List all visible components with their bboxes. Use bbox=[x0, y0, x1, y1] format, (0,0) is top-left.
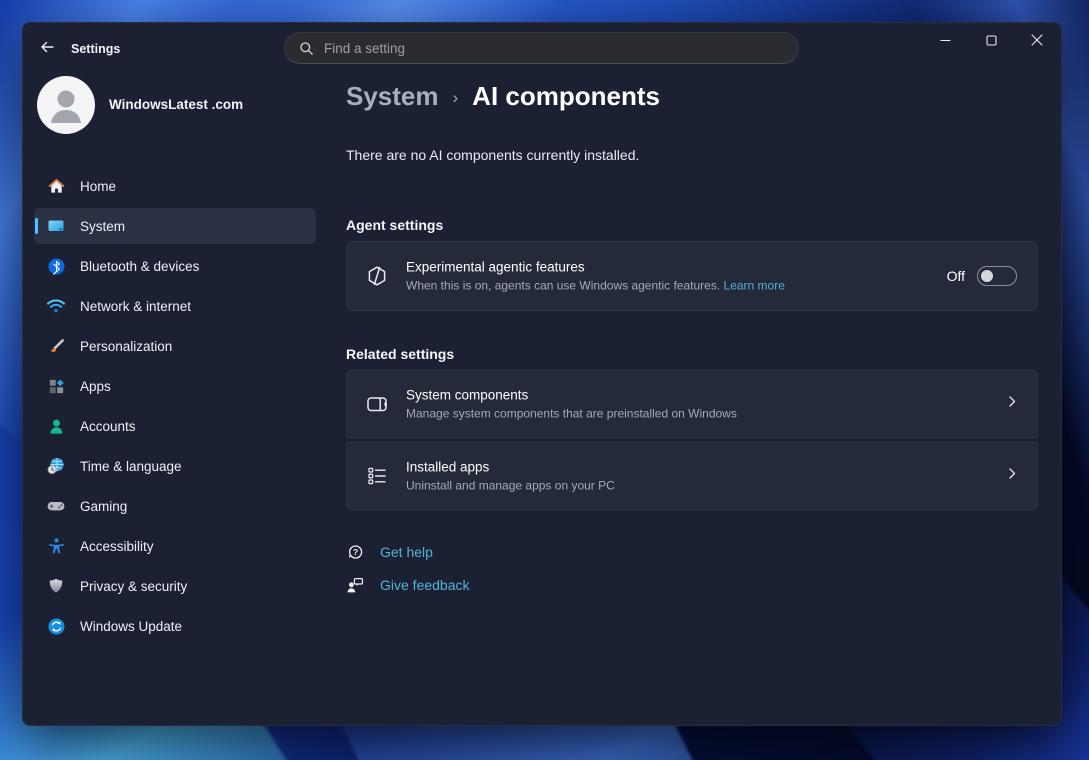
sidebar-item-label: Personalization bbox=[80, 339, 172, 354]
get-help-icon: ? bbox=[346, 543, 364, 561]
windows-update-icon bbox=[46, 616, 66, 636]
sidebar-item-personalization[interactable]: Personalization bbox=[34, 328, 316, 364]
card-description: Uninstall and manage apps on your PC bbox=[406, 479, 615, 493]
time-language-icon bbox=[46, 456, 66, 476]
search-icon bbox=[299, 41, 314, 56]
sidebar-item-label: Home bbox=[80, 179, 116, 194]
card-title: System components bbox=[406, 388, 737, 403]
shield-icon bbox=[46, 576, 66, 596]
sidebar-item-label: Bluetooth & devices bbox=[80, 259, 199, 274]
chevron-right-icon bbox=[1005, 395, 1019, 414]
sidebar-item-gaming[interactable]: Gaming bbox=[34, 488, 316, 524]
experimental-agentic-features-card: Experimental agentic features When this … bbox=[346, 241, 1038, 311]
installed-apps-icon bbox=[364, 463, 390, 489]
sidebar-item-apps[interactable]: Apps bbox=[34, 368, 316, 404]
settings-window: Settings WindowsLatest .com Home bbox=[22, 22, 1062, 726]
gamepad-icon bbox=[46, 496, 66, 516]
give-feedback-icon bbox=[346, 576, 364, 594]
sidebar-item-accounts[interactable]: Accounts bbox=[34, 408, 316, 444]
breadcrumb-separator-icon: › bbox=[453, 88, 459, 108]
sidebar-item-windows-update[interactable]: Windows Update bbox=[34, 608, 316, 644]
sidebar-item-label: Gaming bbox=[80, 499, 127, 514]
setting-description: When this is on, agents can use Windows … bbox=[406, 279, 785, 293]
maximize-button[interactable] bbox=[968, 23, 1014, 57]
installed-apps-card[interactable]: Installed apps Uninstall and manage apps… bbox=[346, 442, 1038, 510]
breadcrumb: System › AI components bbox=[346, 81, 660, 112]
toggle-state-label: Off bbox=[947, 268, 965, 284]
toggle-knob bbox=[981, 270, 993, 282]
sidebar-item-bluetooth-devices[interactable]: Bluetooth & devices bbox=[34, 248, 316, 284]
close-button[interactable] bbox=[1014, 23, 1060, 57]
sidebar-item-label: Accessibility bbox=[80, 539, 154, 554]
back-button[interactable] bbox=[33, 36, 61, 62]
svg-text:?: ? bbox=[353, 547, 358, 557]
sidebar-item-label: Accounts bbox=[80, 419, 136, 434]
app-title: Settings bbox=[71, 42, 120, 56]
agentic-features-toggle[interactable] bbox=[977, 266, 1017, 286]
system-components-icon bbox=[364, 391, 390, 417]
sidebar-item-time-language[interactable]: Time & language bbox=[34, 448, 316, 484]
minimize-button[interactable] bbox=[922, 23, 968, 57]
brush-icon bbox=[46, 336, 66, 356]
person-icon bbox=[37, 76, 95, 134]
wifi-icon bbox=[46, 296, 66, 316]
sidebar-item-label: Apps bbox=[80, 379, 111, 394]
sidebar-item-system[interactable]: System bbox=[34, 208, 316, 244]
sidebar-item-label: Privacy & security bbox=[80, 579, 187, 594]
account-name: WindowsLatest .com bbox=[109, 97, 243, 112]
search-input[interactable] bbox=[324, 41, 784, 56]
empty-state-text: There are no AI components currently ins… bbox=[346, 147, 639, 163]
apps-icon bbox=[46, 376, 66, 396]
accessibility-icon bbox=[46, 536, 66, 556]
system-icon bbox=[46, 216, 66, 236]
search-box[interactable] bbox=[284, 32, 799, 64]
give-feedback-row: Give feedback bbox=[346, 576, 470, 594]
get-help-row: ? Get help bbox=[346, 543, 433, 561]
sidebar-item-home[interactable]: Home bbox=[34, 168, 316, 204]
sidebar-item-label: Network & internet bbox=[80, 299, 191, 314]
agentic-features-icon bbox=[364, 263, 390, 289]
back-arrow-icon bbox=[39, 39, 55, 60]
sidebar-item-label: Time & language bbox=[80, 459, 182, 474]
accounts-icon bbox=[46, 416, 66, 436]
page-title: AI components bbox=[472, 81, 660, 112]
chevron-right-icon bbox=[1005, 467, 1019, 486]
give-feedback-link[interactable]: Give feedback bbox=[380, 577, 470, 593]
sidebar-item-label: System bbox=[80, 219, 125, 234]
system-components-card[interactable]: System components Manage system componen… bbox=[346, 370, 1038, 438]
sidebar-item-network-internet[interactable]: Network & internet bbox=[34, 288, 316, 324]
sidebar-item-accessibility[interactable]: Accessibility bbox=[34, 528, 316, 564]
get-help-link[interactable]: Get help bbox=[380, 544, 433, 560]
home-icon bbox=[46, 176, 66, 196]
bluetooth-icon bbox=[46, 256, 66, 276]
related-settings-header: Related settings bbox=[346, 346, 454, 362]
agent-settings-header: Agent settings bbox=[346, 217, 443, 233]
learn-more-link[interactable]: Learn more bbox=[724, 279, 785, 293]
setting-title: Experimental agentic features bbox=[406, 260, 785, 275]
card-description: Manage system components that are preins… bbox=[406, 407, 737, 421]
sidebar-item-label: Windows Update bbox=[80, 619, 182, 634]
sidebar-nav: Home System Bluetooth & devices Network … bbox=[34, 168, 327, 648]
breadcrumb-system[interactable]: System bbox=[346, 81, 439, 112]
avatar[interactable] bbox=[37, 76, 95, 134]
card-title: Installed apps bbox=[406, 460, 615, 475]
sidebar-item-privacy-security[interactable]: Privacy & security bbox=[34, 568, 316, 604]
